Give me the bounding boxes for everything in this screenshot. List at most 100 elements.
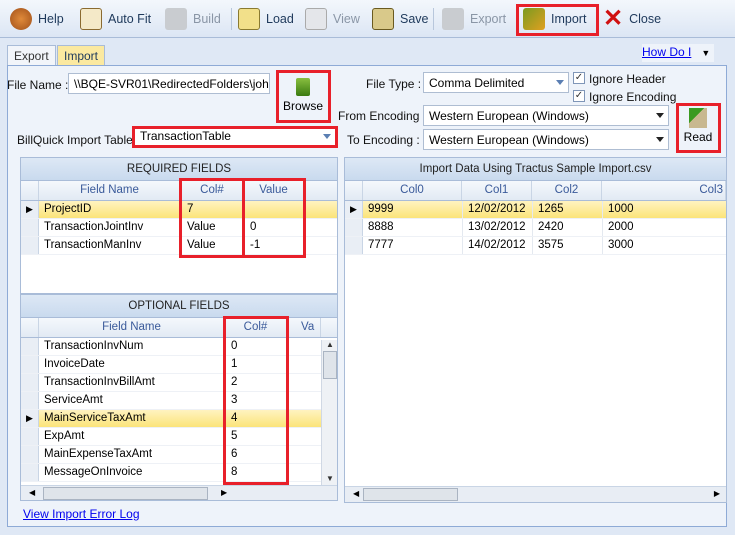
load-label: Load <box>266 12 294 26</box>
column-header-value[interactable]: Va <box>287 318 321 337</box>
row-indicator[interactable] <box>21 392 39 409</box>
close-x-icon: ✕ <box>603 5 624 32</box>
view-icon <box>305 8 327 30</box>
table-row[interactable]: 8888 13/02/2012 2420 2000 <box>345 219 726 237</box>
horizontal-scrollbar[interactable]: ◀ ▶ <box>345 486 726 502</box>
table-cell[interactable]: TransactionJointInv <box>39 219 181 236</box>
column-header-col1[interactable]: Col1 <box>462 181 532 200</box>
chevron-down-icon: ▼ <box>701 48 711 58</box>
column-header-col2[interactable]: Col2 <box>532 181 602 200</box>
how-do-i-link[interactable]: How Do I <box>642 45 691 59</box>
separator <box>231 8 232 30</box>
build-icon <box>165 8 187 30</box>
autofit-button[interactable]: Auto Fit <box>80 6 151 32</box>
close-label: Close <box>629 12 662 26</box>
row-indicator[interactable] <box>21 374 39 391</box>
view-label: View <box>333 12 360 26</box>
row-indicator[interactable]: ▶ <box>345 201 363 218</box>
highlight-box <box>276 70 331 123</box>
chevron-down-icon <box>656 137 664 142</box>
scroll-thumb[interactable] <box>43 487 208 500</box>
column-header-col3[interactable]: Col3 <box>602 181 726 200</box>
optional-fields-grid: OPTIONAL FIELDS Field Name Col# Va Trans… <box>20 294 338 501</box>
table-cell[interactable]: TransactionManInv <box>39 237 181 254</box>
scroll-down-icon[interactable]: ▼ <box>322 474 337 483</box>
table-cell[interactable]: ExpAmt <box>39 428 225 445</box>
table-cell[interactable]: TransactionInvNum <box>39 338 225 355</box>
row-indicator[interactable]: ▶ <box>21 201 39 218</box>
scroll-up-icon[interactable]: ▲ <box>322 340 337 349</box>
view-import-error-log-link[interactable]: View Import Error Log <box>23 507 140 521</box>
row-indicator[interactable]: ▶ <box>21 410 39 427</box>
export-label: Export <box>470 12 507 26</box>
table-cell[interactable]: MessageOnInvoice <box>39 464 225 481</box>
table-cell[interactable]: 12/02/2012 <box>462 201 532 218</box>
view-button[interactable]: View <box>305 6 360 32</box>
table-cell[interactable]: 3000 <box>602 237 726 254</box>
table-cell[interactable]: 1265 <box>532 201 602 218</box>
table-row[interactable]: 7777 14/02/2012 3575 3000 <box>345 237 726 255</box>
to-encoding-label: To Encoding : <box>347 133 420 147</box>
close-button[interactable]: ✕ Close <box>603 6 661 32</box>
column-header-field-name[interactable]: Field Name <box>39 181 181 200</box>
ignore-header-checkbox[interactable]: ✓ <box>573 72 585 84</box>
build-button[interactable]: Build <box>165 6 221 32</box>
row-indicator[interactable] <box>21 446 39 463</box>
scroll-right-icon[interactable]: ▶ <box>221 488 227 497</box>
ignore-encoding-checkbox[interactable]: ✓ <box>573 90 585 102</box>
table-cell[interactable]: ServiceAmt <box>39 392 225 409</box>
to-encoding-select[interactable]: Western European (Windows) <box>423 129 669 150</box>
table-cell[interactable]: 1000 <box>602 201 726 218</box>
scroll-thumb[interactable] <box>363 488 458 501</box>
help-button[interactable]: Help <box>10 6 64 32</box>
scroll-left-icon[interactable]: ◀ <box>353 489 359 498</box>
scroll-left-icon[interactable]: ◀ <box>29 488 35 497</box>
table-cell[interactable]: ProjectID <box>39 201 181 218</box>
row-indicator[interactable] <box>345 237 363 254</box>
row-indicator[interactable] <box>345 219 363 236</box>
row-indicator[interactable] <box>21 464 39 481</box>
save-label: Save <box>400 12 429 26</box>
row-indicator[interactable] <box>21 338 39 355</box>
row-indicator[interactable] <box>21 237 39 254</box>
from-encoding-select[interactable]: Western European (Windows) <box>423 105 669 126</box>
table-cell[interactable]: MainServiceTaxAmt <box>39 410 225 427</box>
vertical-scrollbar[interactable]: ▲ ▼ <box>321 340 337 485</box>
chevron-down-icon <box>656 113 664 118</box>
import-data-grid: Import Data Using Tractus Sample Import.… <box>344 157 727 503</box>
table-cell[interactable]: 7777 <box>363 237 462 254</box>
save-disk-icon <box>372 8 394 30</box>
scroll-thumb[interactable] <box>323 351 337 379</box>
table-cell[interactable]: MainExpenseTaxAmt <box>39 446 225 463</box>
save-button[interactable]: Save <box>372 6 429 32</box>
file-name-input[interactable]: \\BQE-SVR01\RedirectedFolders\john\D <box>68 73 270 94</box>
row-indicator[interactable] <box>21 356 39 373</box>
load-button[interactable]: Load <box>238 6 294 32</box>
table-cell[interactable]: TransactionInvBillAmt <box>39 374 225 391</box>
row-indicator[interactable] <box>21 219 39 236</box>
table-cell[interactable]: 13/02/2012 <box>462 219 532 236</box>
how-do-i-menu[interactable]: How Do I ▼ <box>642 44 714 62</box>
table-row[interactable]: ▶ 9999 12/02/2012 1265 1000 <box>345 201 726 219</box>
highlight-box <box>223 316 289 485</box>
build-label: Build <box>193 12 221 26</box>
load-folder-icon <box>238 8 260 30</box>
table-cell[interactable]: 9999 <box>363 201 462 218</box>
table-cell[interactable]: 3575 <box>532 237 602 254</box>
row-indicator-header <box>345 181 363 200</box>
scroll-right-icon[interactable]: ▶ <box>714 489 720 498</box>
table-cell[interactable]: 2000 <box>602 219 726 236</box>
table-cell[interactable]: 2420 <box>532 219 602 236</box>
tab-export[interactable]: Export <box>7 45 56 66</box>
ignore-header-label: Ignore Header <box>589 72 666 86</box>
column-header-col0[interactable]: Col0 <box>363 181 462 200</box>
row-indicator[interactable] <box>21 428 39 445</box>
export-button[interactable]: Export <box>442 6 506 32</box>
horizontal-scrollbar[interactable]: ◀ ▶ <box>21 485 337 500</box>
column-header-field-name[interactable]: Field Name <box>39 318 225 337</box>
tab-import[interactable]: Import <box>57 45 106 66</box>
table-cell[interactable]: 14/02/2012 <box>462 237 532 254</box>
table-cell[interactable]: InvoiceDate <box>39 356 225 373</box>
table-cell[interactable]: 8888 <box>363 219 462 236</box>
file-type-select[interactable]: Comma Delimited <box>423 72 569 93</box>
